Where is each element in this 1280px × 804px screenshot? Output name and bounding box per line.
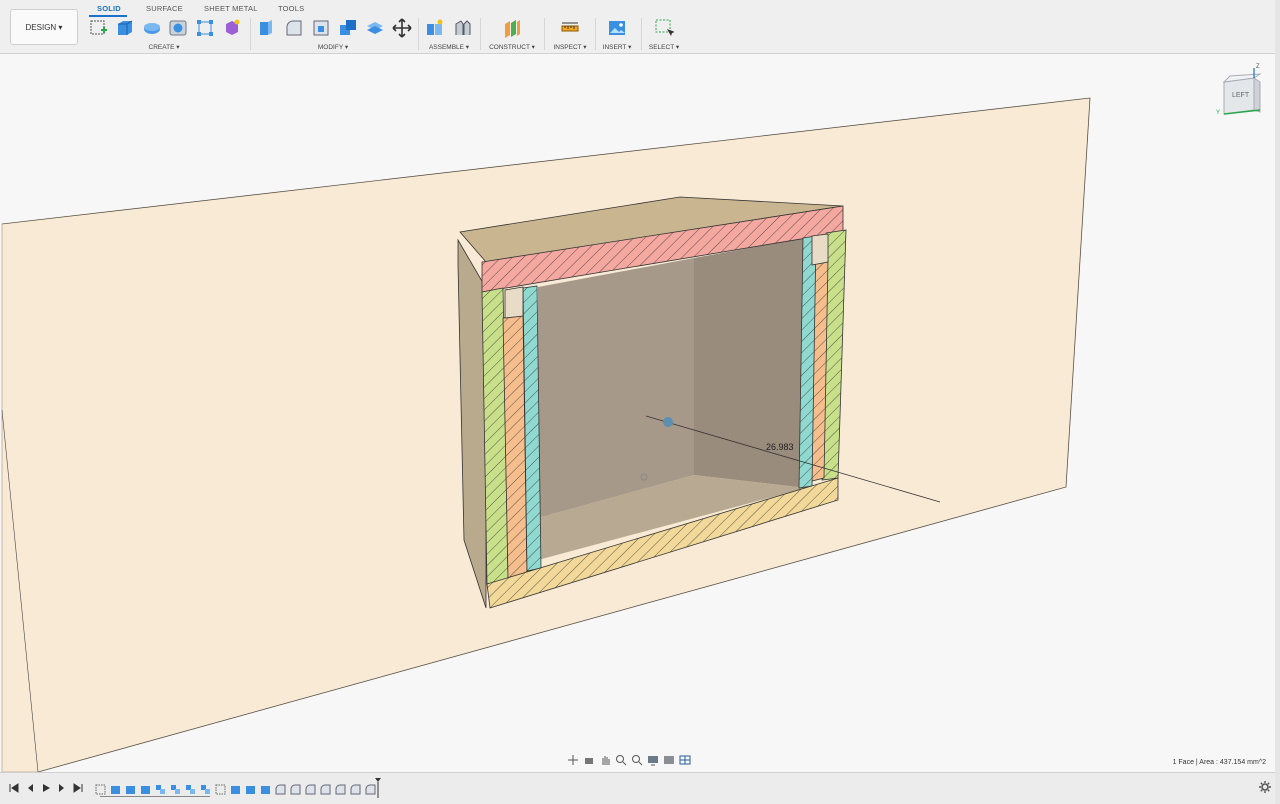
timeline-fillet-icon[interactable] <box>305 782 316 795</box>
construct-menu[interactable]: CONSTRUCT ▾ <box>489 43 535 51</box>
timeline-sketch-icon[interactable] <box>95 782 106 795</box>
form-icon[interactable] <box>222 18 242 38</box>
viewcube-z-axis-label: Z <box>1256 64 1260 70</box>
timeline-settings-gear-icon[interactable] <box>1258 780 1272 794</box>
timeline-extrude-icon[interactable] <box>110 782 121 794</box>
separator <box>595 18 596 50</box>
insert-menu[interactable]: INSERT ▾ <box>603 43 632 51</box>
timeline <box>0 772 1280 804</box>
fit-icon[interactable] <box>630 753 644 767</box>
modify-menu[interactable]: MODIFY ▾ <box>318 43 348 51</box>
separator <box>480 18 481 50</box>
timeline-extrude-icon[interactable] <box>125 782 136 794</box>
hole-icon[interactable] <box>168 18 188 38</box>
tab-solid[interactable]: SOLID <box>97 4 121 13</box>
timeline-extrude-icon[interactable] <box>230 782 241 794</box>
timeline-fillet-icon[interactable] <box>335 782 346 795</box>
timeline-component-icon[interactable] <box>170 782 181 794</box>
timeline-extrude-icon[interactable] <box>140 782 151 794</box>
play-icon[interactable] <box>40 781 52 793</box>
fillet-icon[interactable] <box>284 18 304 38</box>
timeline-marker[interactable] <box>375 778 381 798</box>
separator <box>544 18 545 50</box>
revolve-icon[interactable] <box>142 18 162 38</box>
joint-icon[interactable] <box>453 18 473 38</box>
zoom-icon[interactable] <box>614 753 628 767</box>
plane-icon[interactable] <box>502 18 522 38</box>
timeline-extrude-icon[interactable] <box>260 782 271 794</box>
step-back-icon[interactable] <box>24 781 36 793</box>
create-menu[interactable]: CREATE ▾ <box>149 43 180 51</box>
separator <box>250 18 251 50</box>
assemble-menu[interactable]: ASSEMBLE ▾ <box>429 43 469 51</box>
active-tab-indicator <box>89 15 127 17</box>
inspect-menu[interactable]: INSPECT ▾ <box>553 43 586 51</box>
separator <box>418 18 419 50</box>
measure-icon[interactable] <box>560 18 580 38</box>
extrude-icon[interactable] <box>115 18 135 38</box>
display-settings-icon[interactable] <box>646 753 660 767</box>
3d-viewport[interactable] <box>0 54 1280 772</box>
timeline-component-icon[interactable] <box>155 782 166 794</box>
insert-image-icon[interactable] <box>607 18 627 38</box>
timeline-sketch-icon[interactable] <box>215 782 226 795</box>
timeline-fillet-icon[interactable] <box>320 782 331 795</box>
pattern-icon[interactable] <box>195 18 215 38</box>
go-to-end-icon[interactable] <box>72 781 84 793</box>
move-icon[interactable] <box>392 18 412 38</box>
grid-settings-icon[interactable] <box>662 753 676 767</box>
selection-status: 1 Face | Area : 437.154 mm^2 <box>1172 759 1266 766</box>
window-edge <box>1275 0 1280 804</box>
tab-surface[interactable]: SURFACE <box>146 4 183 13</box>
tab-tools[interactable]: TOOLS <box>278 4 304 13</box>
dimension-value[interactable]: 26.983 <box>766 442 794 452</box>
toolbar: DESIGN ▾ SOLID SURFACE SHEET METAL TOOLS… <box>0 0 1280 54</box>
pan-icon[interactable] <box>598 753 612 767</box>
viewcube-face-label: LEFT <box>1232 92 1250 99</box>
new-component-icon[interactable] <box>425 18 445 38</box>
step-forward-icon[interactable] <box>56 781 68 793</box>
viewports-icon[interactable] <box>678 753 692 767</box>
select-window-icon[interactable] <box>654 18 674 38</box>
viewcube-y-axis-label: Y <box>1216 110 1221 116</box>
offset-face-icon[interactable] <box>365 18 385 38</box>
go-to-start-icon[interactable] <box>8 781 20 793</box>
look-at-icon[interactable] <box>582 753 596 767</box>
navigation-bar <box>566 752 716 768</box>
timeline-fillet-icon[interactable] <box>290 782 301 795</box>
timeline-fillet-icon[interactable] <box>275 782 286 795</box>
tab-sheet-metal[interactable]: SHEET METAL <box>204 4 258 13</box>
workspace-switcher-button[interactable]: DESIGN ▾ <box>10 9 78 45</box>
combine-icon[interactable] <box>338 18 358 38</box>
timeline-component-icon[interactable] <box>185 782 196 794</box>
timeline-extrude-icon[interactable] <box>245 782 256 794</box>
select-menu[interactable]: SELECT ▾ <box>649 43 679 51</box>
orbit-icon[interactable] <box>566 753 580 767</box>
separator <box>641 18 642 50</box>
sketch-icon[interactable] <box>89 18 109 38</box>
viewcube[interactable]: LEFT Z Y <box>1214 64 1266 122</box>
shell-icon[interactable] <box>311 18 331 38</box>
timeline-fillet-icon[interactable] <box>350 782 361 795</box>
measure-marker[interactable] <box>663 417 673 427</box>
press-pull-icon[interactable] <box>257 18 277 38</box>
timeline-component-icon[interactable] <box>200 782 211 794</box>
timeline-group-bracket <box>100 796 210 797</box>
